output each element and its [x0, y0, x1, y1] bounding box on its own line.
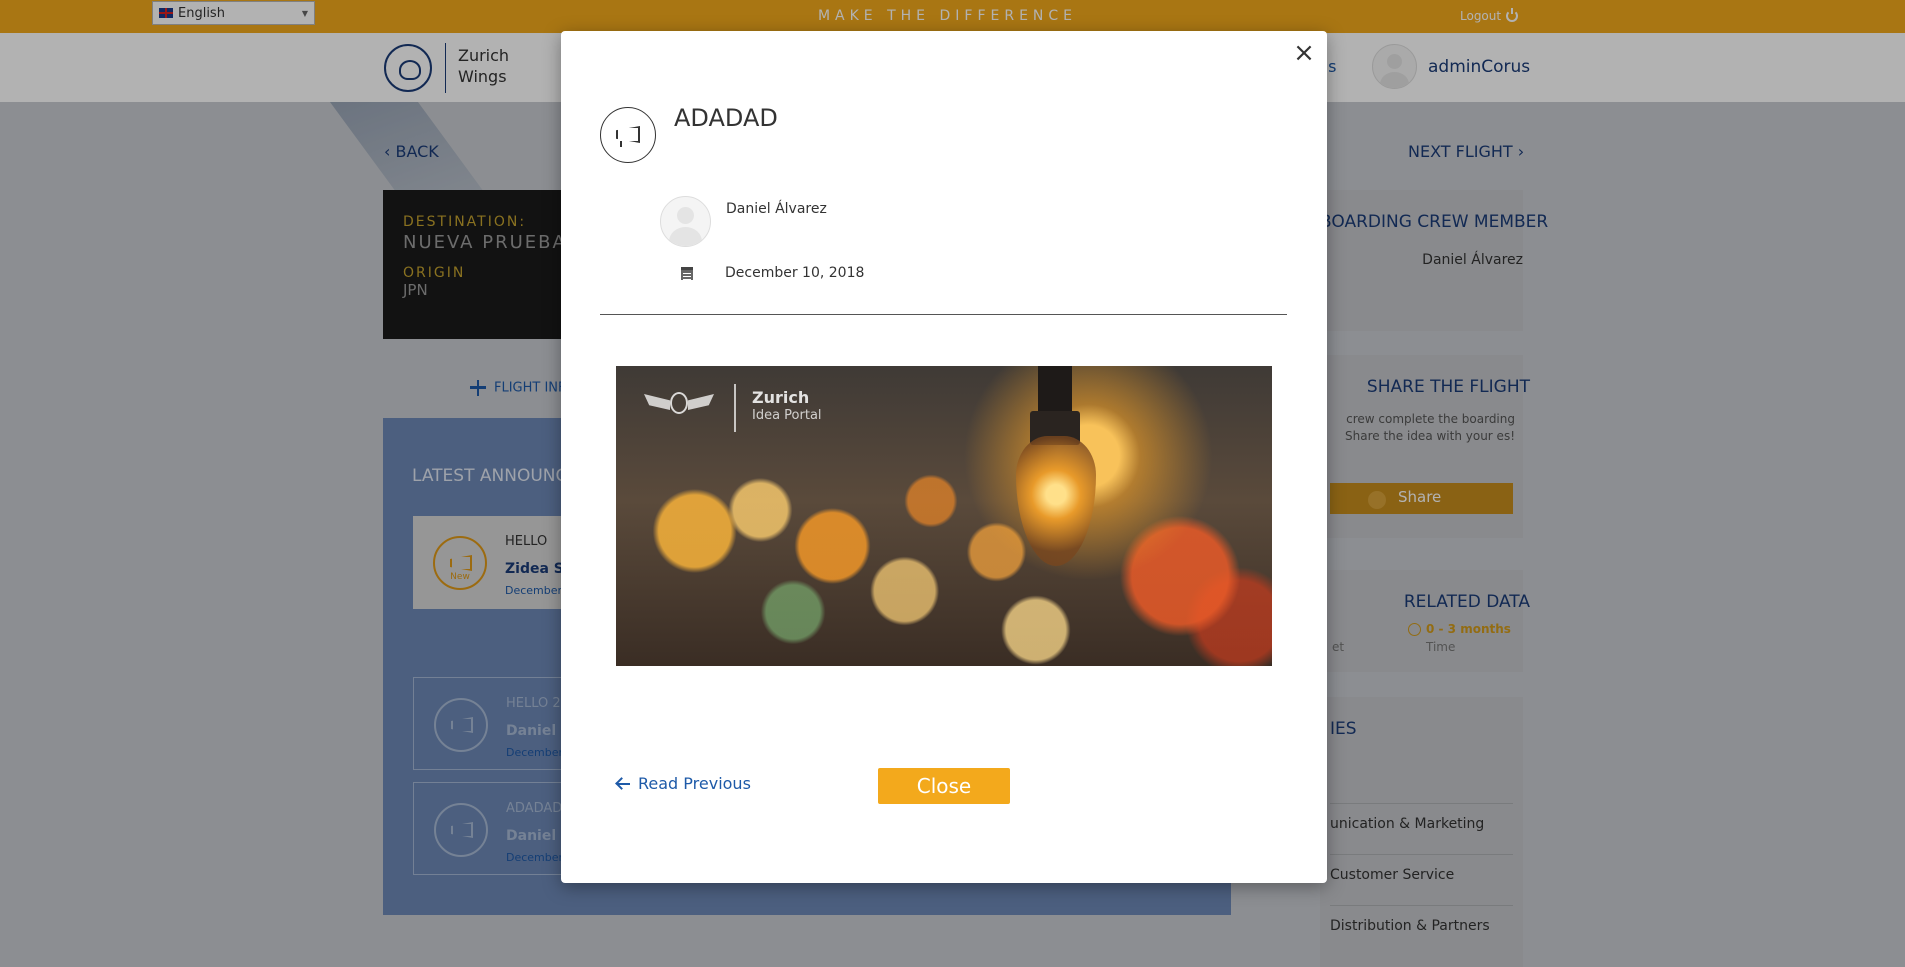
modal-title: ADADAD	[674, 104, 778, 132]
divider	[600, 314, 1287, 315]
close-icon[interactable]: ×	[1293, 40, 1315, 66]
read-previous-label: Read Previous	[638, 774, 751, 793]
zurich-logo-icon	[644, 386, 714, 430]
announcement-image: Zurich Idea Portal	[616, 366, 1272, 666]
read-previous-link[interactable]: Read Previous	[616, 774, 751, 793]
image-brand: Zurich	[752, 388, 810, 407]
light-bulb-icon	[1016, 436, 1096, 566]
image-divider	[734, 384, 736, 432]
calendar-icon	[681, 267, 693, 280]
close-button[interactable]: Close	[878, 768, 1010, 804]
author-avatar	[660, 196, 711, 247]
arrow-left-icon	[616, 778, 630, 790]
megaphone-icon	[600, 107, 656, 163]
modal-author: Daniel Álvarez	[726, 201, 827, 217]
modal-date: December 10, 2018	[725, 265, 865, 281]
image-subtitle: Idea Portal	[752, 408, 822, 423]
announcement-modal: × ADADAD Daniel Álvarez December 10, 201…	[561, 31, 1327, 883]
